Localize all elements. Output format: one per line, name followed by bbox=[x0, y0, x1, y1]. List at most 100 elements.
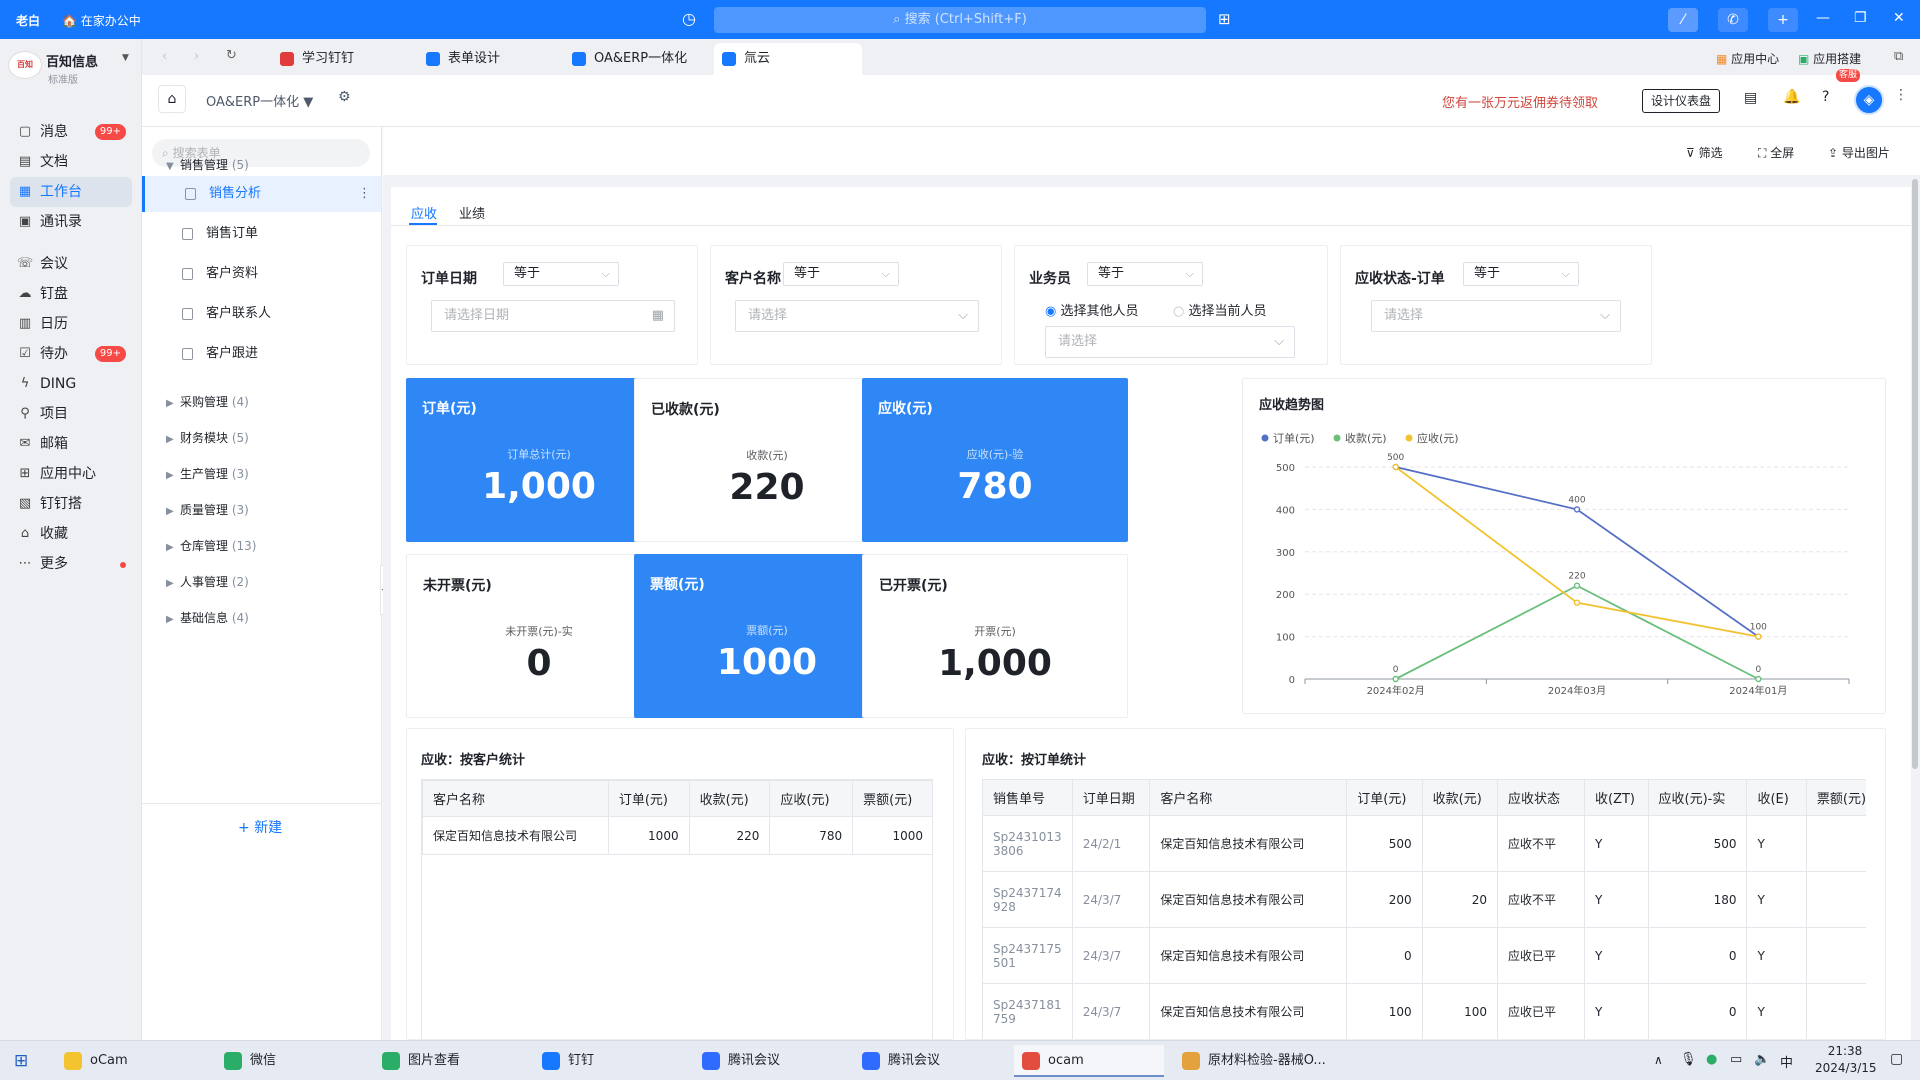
column-header[interactable]: 订单日期 bbox=[1071, 779, 1151, 816]
sidebar-item-more[interactable]: ⋯ 更多 bbox=[10, 549, 132, 579]
group-3[interactable]: ▶ 生产管理 (3) bbox=[166, 465, 249, 482]
restore-icon[interactable]: ❐ bbox=[1854, 10, 1867, 26]
column-header[interactable]: 应收(元) bbox=[769, 780, 854, 817]
home-icon[interactable]: ⌂ bbox=[158, 85, 186, 113]
column-header[interactable]: 收(ZT) bbox=[1584, 779, 1649, 816]
kpi-card[interactable]: 票额(元) 票额(元) 1000 bbox=[634, 554, 900, 718]
sidebar-item-meeting[interactable]: ☏ 会议 bbox=[10, 249, 132, 279]
sidebar-item-ding[interactable]: ϟ DING bbox=[10, 369, 132, 399]
form-item[interactable]: 客户跟进 bbox=[142, 336, 381, 372]
sidebar-item-contacts[interactable]: ▣ 通讯录 bbox=[10, 207, 132, 237]
tab-receivable[interactable]: 应收 bbox=[411, 203, 437, 222]
legend-label[interactable]: 收款(元) bbox=[1345, 431, 1387, 445]
taskbar-app[interactable]: oCam bbox=[56, 1045, 206, 1077]
help-icon[interactable]: ? bbox=[1822, 89, 1829, 105]
tab-form-design[interactable]: 表单设计 bbox=[418, 43, 558, 75]
group-2[interactable]: ▶ 财务模块 (5) bbox=[166, 429, 249, 446]
salesman-select[interactable]: 请选择 ⌵ bbox=[1045, 326, 1295, 358]
notification-icon[interactable]: ▢ bbox=[1890, 1051, 1903, 1067]
group-6[interactable]: ▶ 人事管理 (2) bbox=[166, 573, 249, 590]
tray-expand-icon[interactable]: ∧ bbox=[1654, 1053, 1663, 1067]
radio-current-person[interactable]: ○ 选择当前人员 bbox=[1173, 300, 1267, 319]
customer-operator-select[interactable]: 等于 ⌵ bbox=[783, 262, 899, 286]
tab-oa-erp[interactable]: OA&ERP一体化 bbox=[564, 43, 704, 75]
taskbar-app[interactable]: 钉钉 bbox=[534, 1045, 684, 1077]
sidebar-item-doc[interactable]: ▤ 文档 bbox=[10, 147, 132, 177]
sidebar-item-project[interactable]: ⚲ 项目 bbox=[10, 399, 132, 429]
minimize-icon[interactable]: — bbox=[1816, 10, 1830, 26]
taskbar-app[interactable]: 微信 bbox=[216, 1045, 366, 1077]
mic-icon[interactable]: 🎙 bbox=[1680, 1052, 1697, 1067]
taskbar-app[interactable]: 腾讯会议 bbox=[854, 1045, 1004, 1077]
legend-label[interactable]: 应收(元) bbox=[1417, 431, 1459, 445]
data-point[interactable] bbox=[1573, 582, 1581, 589]
sidebar-item-builder[interactable]: ▧ 钉钉搭 bbox=[10, 489, 132, 519]
fullscreen-button[interactable]: ⛶ 全屏 bbox=[1758, 144, 1794, 161]
clock-time[interactable]: 21:38 bbox=[1815, 1044, 1875, 1058]
more-vertical-icon[interactable]: ⋮ bbox=[1894, 87, 1908, 103]
column-header[interactable]: 票额(元) bbox=[1805, 779, 1866, 816]
kpi-card[interactable]: 未开票(元) 未开票(元)-实 0 bbox=[406, 554, 672, 718]
column-header[interactable]: 收款(元) bbox=[688, 780, 771, 817]
app-switcher[interactable]: OA&ERP一体化 ▼ bbox=[206, 91, 313, 110]
group-7[interactable]: ▶ 基础信息 (4) bbox=[166, 609, 249, 626]
form-item[interactable]: 销售订单 bbox=[142, 216, 381, 252]
data-point[interactable] bbox=[1392, 675, 1399, 683]
org-name[interactable]: 百知信息 bbox=[46, 51, 98, 70]
item-more-icon[interactable]: ⋮ bbox=[358, 176, 371, 212]
wechat-tray-icon[interactable]: ● bbox=[1706, 1052, 1717, 1067]
work-status[interactable]: 🏠 在家办公中 bbox=[62, 12, 141, 29]
form-item[interactable]: 客户资料 bbox=[142, 256, 381, 292]
taskbar-app[interactable]: 腾讯会议 bbox=[694, 1045, 844, 1077]
sidebar-item-favorite[interactable]: ⌂ 收藏 bbox=[10, 519, 132, 549]
legend-label[interactable]: 订单(元) bbox=[1273, 432, 1315, 445]
column-header[interactable]: 收(E) bbox=[1746, 779, 1807, 816]
network-icon[interactable]: ▭ bbox=[1730, 1052, 1742, 1067]
report-icon[interactable]: ▤ bbox=[1744, 90, 1757, 106]
tab-performance[interactable]: 业绩 bbox=[459, 203, 485, 222]
org-dropdown-icon[interactable]: ▼ bbox=[122, 53, 129, 63]
column-header[interactable]: 应收(元)-实 bbox=[1647, 779, 1748, 816]
sidebar-item-calendar[interactable]: ▥ 日历 bbox=[10, 309, 132, 339]
sidebar-item-workbench[interactable]: ▦ 工作台 bbox=[10, 177, 132, 207]
app-center-link[interactable]: ▦ 应用中心 bbox=[1716, 50, 1779, 67]
call-button[interactable]: ✆ bbox=[1718, 8, 1748, 32]
kpi-card[interactable]: 应收(元) 应收(元)-验 780 bbox=[862, 378, 1128, 542]
volume-icon[interactable]: 🔈 bbox=[1754, 1052, 1770, 1067]
scrollbar-track[interactable] bbox=[1911, 179, 1919, 1040]
kpi-card[interactable]: 已开票(元) 开票(元) 1,000 bbox=[862, 554, 1128, 718]
ime-indicator[interactable]: 中 bbox=[1780, 1052, 1793, 1071]
form-item[interactable]: 销售分析 ⋮ bbox=[142, 176, 381, 212]
close-icon[interactable]: ✕ bbox=[1893, 10, 1905, 26]
table-row[interactable]: Sp2437181 759 24/3/7 保定百知信息技术有限公司 100 100 应收已… bbox=[982, 983, 1866, 1039]
back-icon[interactable]: ‹ bbox=[162, 49, 167, 64]
column-header[interactable]: 订单(元) bbox=[1346, 779, 1423, 816]
data-point[interactable] bbox=[1755, 633, 1762, 640]
data-point[interactable] bbox=[1573, 506, 1581, 513]
sidebar-item-mail[interactable]: ✉ 邮箱 bbox=[10, 429, 132, 459]
filter-button[interactable]: ⊽ 筛选 bbox=[1686, 144, 1723, 161]
series-line[interactable] bbox=[1395, 466, 1759, 638]
column-header[interactable]: 票额(元) bbox=[852, 780, 932, 817]
popout-icon[interactable]: ⧉ bbox=[1894, 49, 1903, 64]
app-build-link[interactable]: ▣ 应用搭建 bbox=[1798, 50, 1861, 67]
bell-icon[interactable]: 🔔 bbox=[1783, 89, 1800, 105]
data-point[interactable] bbox=[1573, 599, 1581, 606]
kpi-card[interactable]: 已收款(元) 收款(元) 220 bbox=[634, 378, 900, 542]
sidebar-item-drive[interactable]: ☁ 钉盘 bbox=[10, 279, 132, 309]
column-header[interactable]: 销售单号 bbox=[982, 779, 1073, 816]
data-point[interactable] bbox=[1392, 463, 1399, 471]
salesman-operator-select[interactable]: 等于 ⌵ bbox=[1087, 262, 1203, 286]
radio-other-person[interactable]: ◉ 选择其他人员 bbox=[1045, 300, 1139, 319]
column-header[interactable]: 应收状态 bbox=[1497, 779, 1585, 816]
group-1[interactable]: ▶ 采购管理 (4) bbox=[166, 393, 249, 410]
group-4[interactable]: ▶ 质量管理 (3) bbox=[166, 501, 249, 518]
customer-select[interactable]: 请选择 ⌵ bbox=[735, 300, 979, 332]
sidebar-item-todo[interactable]: ☑ 待办 99+ bbox=[10, 339, 132, 369]
sidebar-item-apps[interactable]: ⊞ 应用中心 bbox=[10, 459, 132, 489]
group-sales[interactable]: ▼ 销售管理 (5) bbox=[166, 156, 249, 173]
table-row[interactable]: 保定百知信息技术有限公司 1000 220 780 1000 bbox=[422, 816, 932, 855]
status-operator-select[interactable]: 等于 ⌵ bbox=[1463, 262, 1579, 286]
add-button[interactable]: + bbox=[1768, 8, 1798, 32]
series-line[interactable] bbox=[1395, 466, 1759, 638]
